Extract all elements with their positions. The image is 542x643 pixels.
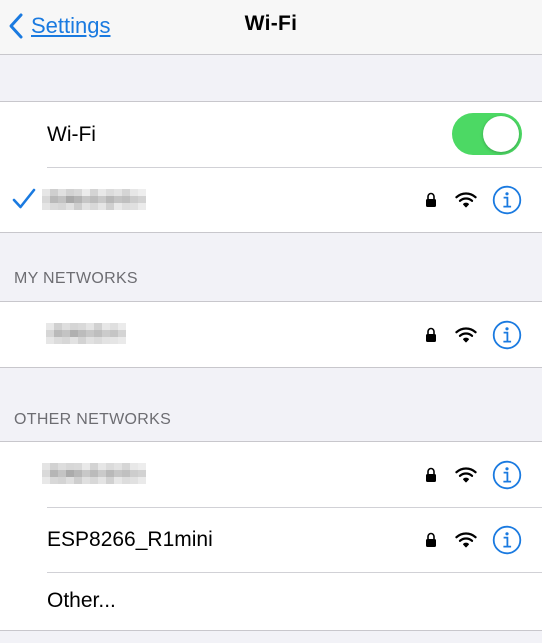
lock-icon: [426, 467, 436, 482]
lock-icon: [426, 192, 436, 207]
lock-icon: [426, 327, 436, 342]
page-title: Wi-Fi: [244, 12, 298, 35]
wifi-signal-icon: [455, 531, 477, 547]
info-icon[interactable]: [492, 320, 522, 350]
other-networks-header: OTHER NETWORKS: [14, 411, 172, 428]
checkmark-icon: [12, 188, 36, 209]
info-icon[interactable]: [492, 185, 522, 215]
wifi-signal-icon: [455, 191, 477, 207]
wifi-toggle-switch[interactable]: [452, 113, 522, 155]
network-row[interactable]: [0, 442, 542, 507]
network-status-icons: [425, 442, 522, 507]
network-status-icons: [425, 167, 522, 232]
other-networks-group: ESP8266_R1mini Other...: [0, 441, 542, 631]
network-status-icons: [425, 302, 522, 367]
network-status-icons: [425, 507, 522, 572]
info-icon[interactable]: [492, 460, 522, 490]
connected-network-row[interactable]: [0, 167, 542, 232]
my-networks-header: MY NETWORKS: [14, 270, 138, 287]
network-row-esp8266[interactable]: ESP8266_R1mini: [0, 507, 542, 572]
wifi-toggle-row: Wi-Fi: [0, 102, 542, 167]
other-network-row[interactable]: Other...: [0, 572, 542, 630]
redacted-network-name: [46, 323, 126, 344]
wifi-signal-icon: [455, 326, 477, 342]
my-networks-group: [0, 301, 542, 368]
wifi-toggle-label: Wi-Fi: [47, 122, 96, 146]
toggle-knob: [483, 116, 519, 152]
wifi-signal-icon: [455, 466, 477, 482]
lock-icon: [426, 532, 436, 547]
other-network-label: Other...: [47, 589, 116, 612]
network-row[interactable]: [0, 302, 542, 367]
network-name: ESP8266_R1mini: [47, 527, 213, 551]
navigation-bar: Settings Wi-Fi: [0, 0, 542, 55]
redacted-network-name: [42, 463, 146, 484]
wifi-group: Wi-Fi: [0, 101, 542, 233]
redacted-network-name: [42, 189, 146, 210]
info-icon[interactable]: [492, 525, 522, 555]
